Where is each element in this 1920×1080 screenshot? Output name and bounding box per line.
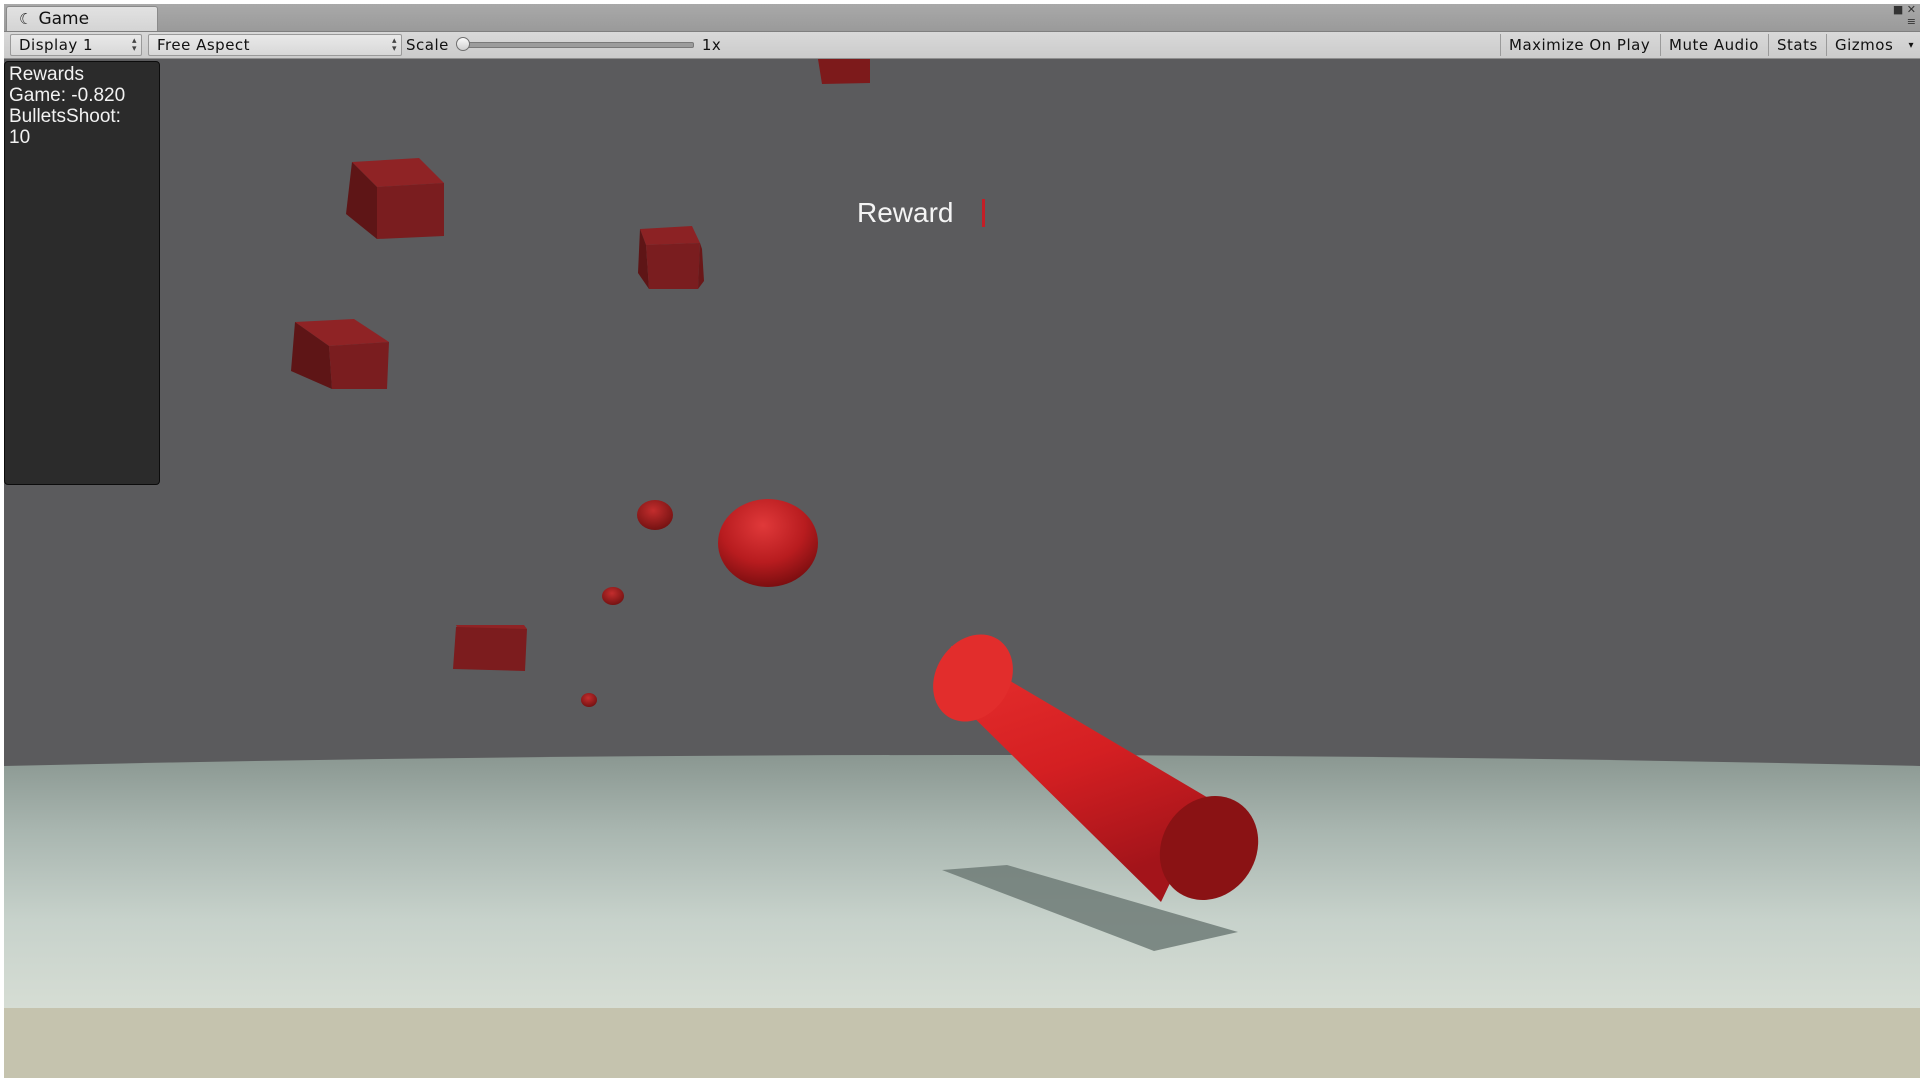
cube-1 (346, 158, 444, 239)
floor-plane (4, 755, 1920, 1009)
reward-bar (982, 199, 985, 227)
display-dropdown[interactable]: Display 1 ▴ ▾ (10, 34, 142, 56)
small-ball-1 (637, 500, 673, 530)
rewards-title: Rewards (9, 64, 84, 85)
cube-2 (638, 226, 704, 289)
small-ball-3 (581, 693, 597, 707)
tab-bar: ☾ Game ■ ✕ ≡ (4, 4, 1920, 32)
menu-icon[interactable]: ≡ (1907, 15, 1916, 28)
bullets-shoot-value: 10 (9, 127, 31, 148)
maximize-icon[interactable]: ■ (1893, 4, 1903, 16)
dropdown-arrows-icon: ▴ ▾ (391, 36, 397, 54)
chevron-down-icon: ▾ (1908, 39, 1914, 51)
stats-toggle[interactable]: Stats (1768, 34, 1826, 56)
dropdown-arrows-icon: ▴ ▾ (131, 36, 137, 54)
bullets-shoot-label: BulletsShoot: (9, 106, 121, 127)
scale-slider-thumb[interactable] (455, 37, 470, 51)
reward-label: Reward (857, 197, 954, 228)
aspect-dropdown-label: Free Aspect (157, 36, 251, 54)
game-toolbar: Display 1 ▴ ▾ Free Aspect ▴ ▾ Scale 1x Max… (4, 32, 1920, 59)
rewards-panel: Rewards Game: -0.820 BulletsShoot: 10 (4, 61, 160, 485)
gizmos-dropdown[interactable]: Gizmos ▾ (1826, 34, 1920, 56)
gizmos-label: Gizmos (1835, 36, 1894, 54)
aspect-dropdown[interactable]: Free Aspect ▴ ▾ (148, 34, 402, 56)
tab-game-label: Game (38, 9, 90, 29)
maximize-on-play-label: Maximize On Play (1509, 36, 1651, 54)
game-window: ☾ Game ■ ✕ ≡ Display 1 ▴ ▾ Free Aspect ▴ ▾… (4, 4, 1920, 1078)
scale-value: 1x (701, 36, 722, 54)
cube-3 (291, 319, 389, 389)
scale-slider[interactable] (455, 37, 694, 51)
cube-top-center (818, 59, 870, 84)
scale-control: Scale 1x (406, 34, 721, 56)
game-viewport[interactable]: Rewards Game: -0.820 BulletsShoot: 10 Re… (4, 59, 1920, 1078)
scale-label: Scale (406, 36, 449, 54)
stats-label: Stats (1777, 36, 1818, 54)
window-controls: ■ ✕ ≡ (1886, 4, 1916, 31)
small-ball-2 (602, 587, 624, 605)
game-reward-value: Game: -0.820 (9, 85, 126, 106)
sphere (718, 499, 818, 587)
maximize-on-play-toggle[interactable]: Maximize On Play (1500, 34, 1658, 56)
mute-audio-label: Mute Audio (1669, 36, 1759, 54)
tab-game[interactable]: ☾ Game (6, 6, 158, 31)
display-dropdown-label: Display 1 (19, 36, 94, 54)
mute-audio-toggle[interactable]: Mute Audio (1660, 34, 1767, 56)
cube-4 (453, 625, 527, 671)
game-icon: ☾ (19, 10, 33, 28)
floor-edge (4, 1008, 1920, 1078)
scene-render (4, 59, 1920, 1078)
